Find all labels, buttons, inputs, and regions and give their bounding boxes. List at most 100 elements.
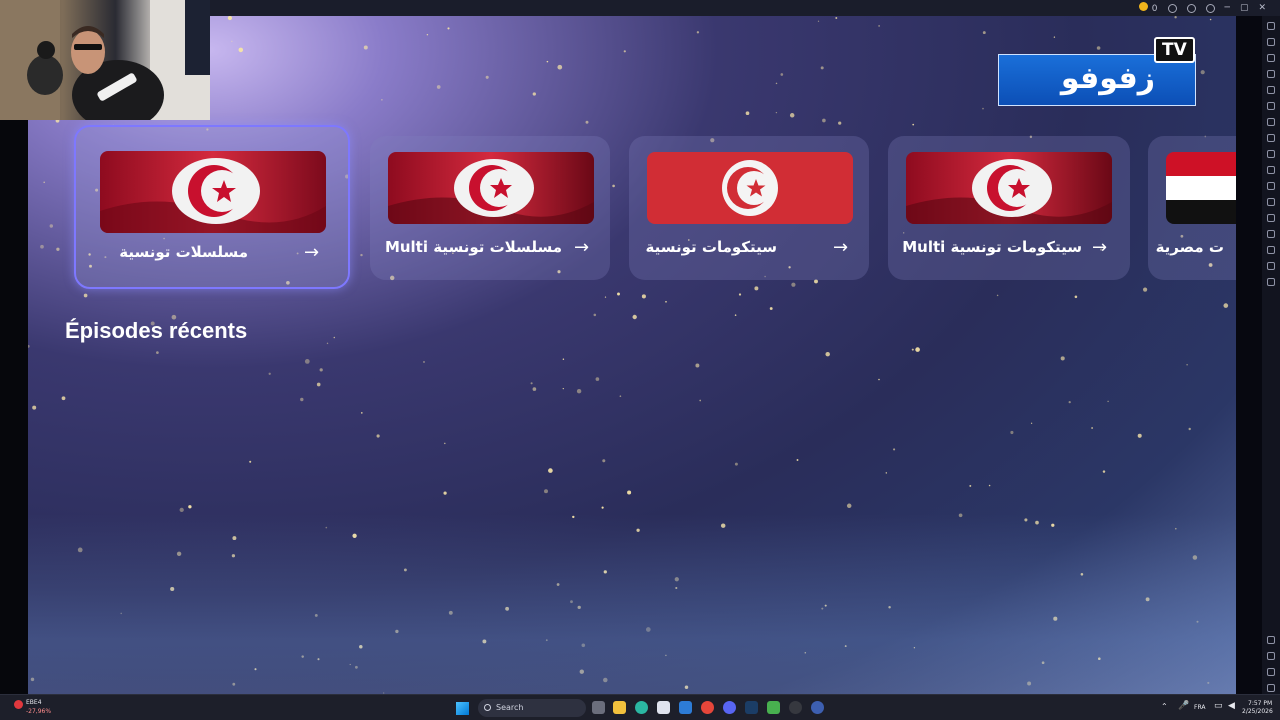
star bbox=[804, 651, 807, 654]
menu-icon[interactable] bbox=[1205, 3, 1215, 13]
edge-icon[interactable] bbox=[635, 701, 648, 714]
star bbox=[720, 523, 726, 528]
tunisia-flag-icon bbox=[906, 152, 1112, 224]
app-icon[interactable] bbox=[811, 701, 824, 714]
tool-icon[interactable] bbox=[1267, 166, 1275, 174]
star bbox=[304, 359, 310, 364]
star bbox=[381, 98, 383, 101]
category-card[interactable]: سيتكومات تونسية → bbox=[629, 136, 869, 280]
star bbox=[1060, 356, 1065, 361]
star bbox=[911, 348, 914, 351]
star bbox=[585, 120, 589, 124]
star bbox=[28, 344, 30, 348]
tool-icon[interactable] bbox=[1267, 86, 1275, 94]
steam-icon[interactable] bbox=[745, 701, 758, 714]
volume-icon[interactable]: ◀ bbox=[1228, 702, 1235, 711]
tool-icon[interactable] bbox=[1267, 134, 1275, 142]
star bbox=[1209, 18, 1212, 21]
tool-icon[interactable] bbox=[1267, 230, 1275, 238]
tool-icon[interactable] bbox=[1267, 182, 1275, 190]
star bbox=[791, 282, 796, 287]
tool-icon[interactable] bbox=[1267, 278, 1275, 286]
chrome-icon[interactable] bbox=[701, 701, 714, 714]
minimize-icon[interactable]: ─ bbox=[1225, 3, 1230, 13]
star bbox=[601, 506, 604, 509]
star bbox=[448, 610, 453, 615]
star bbox=[825, 351, 830, 357]
tool-icon[interactable] bbox=[1267, 214, 1275, 222]
category-card[interactable]: سيتكومات تونسية Multi → bbox=[888, 136, 1130, 280]
star bbox=[314, 613, 318, 617]
maximize-icon[interactable]: ▢ bbox=[1240, 3, 1249, 13]
star bbox=[562, 358, 565, 361]
discord-icon[interactable] bbox=[723, 701, 736, 714]
right-black-border bbox=[1236, 16, 1262, 694]
back-icon[interactable] bbox=[1267, 652, 1275, 660]
network-icon[interactable]: ▭ bbox=[1214, 702, 1223, 711]
star bbox=[780, 73, 784, 76]
tool-icon[interactable] bbox=[1267, 262, 1275, 270]
home-icon[interactable] bbox=[1267, 668, 1275, 676]
tunisia-flag-icon bbox=[100, 151, 326, 233]
star bbox=[61, 396, 66, 401]
tool-icon[interactable] bbox=[1267, 150, 1275, 158]
star bbox=[1098, 657, 1101, 660]
tool-icon[interactable] bbox=[1267, 118, 1275, 126]
help-icon[interactable] bbox=[1186, 3, 1196, 13]
star bbox=[301, 655, 304, 658]
emulator-icon[interactable] bbox=[767, 701, 780, 714]
store-icon[interactable] bbox=[657, 701, 670, 714]
star bbox=[1091, 427, 1093, 429]
webcam-overlay bbox=[0, 0, 210, 120]
star bbox=[988, 484, 991, 487]
tool-icon[interactable] bbox=[1267, 102, 1275, 110]
file-explorer-icon[interactable] bbox=[613, 701, 626, 714]
star bbox=[1074, 295, 1078, 299]
star bbox=[619, 395, 622, 398]
stock-widget-icon[interactable] bbox=[14, 700, 23, 709]
tool-icon[interactable] bbox=[1267, 246, 1275, 254]
clock-time[interactable]: 7:57 PM bbox=[1248, 700, 1272, 708]
star bbox=[1175, 527, 1177, 530]
search-icon bbox=[484, 704, 491, 711]
tray-chevron-icon[interactable]: ⌃ bbox=[1161, 703, 1168, 711]
star bbox=[822, 118, 826, 123]
star bbox=[817, 20, 820, 22]
star bbox=[179, 507, 184, 513]
mail-icon[interactable] bbox=[679, 701, 692, 714]
fullscreen-icon[interactable] bbox=[1267, 22, 1275, 30]
tool-icon[interactable] bbox=[1267, 54, 1275, 62]
egypt-flag-icon bbox=[1166, 152, 1236, 224]
star bbox=[376, 434, 380, 438]
star bbox=[300, 397, 304, 402]
account-icon[interactable] bbox=[1167, 3, 1177, 13]
task-view-icon[interactable] bbox=[592, 701, 605, 714]
star bbox=[982, 107, 984, 110]
star bbox=[696, 31, 700, 34]
star bbox=[665, 300, 667, 303]
star bbox=[360, 253, 363, 257]
clock-date[interactable]: 2/25/2026 bbox=[1242, 708, 1273, 716]
settings-icon[interactable] bbox=[1267, 636, 1275, 644]
language-indicator[interactable]: FRA bbox=[1194, 704, 1205, 712]
taskbar-search-box[interactable]: Search bbox=[478, 699, 586, 717]
close-icon[interactable]: ✕ bbox=[1258, 3, 1266, 13]
star bbox=[888, 606, 891, 609]
obs-icon[interactable] bbox=[789, 701, 802, 714]
tool-icon[interactable] bbox=[1267, 38, 1275, 46]
microphone-icon[interactable]: 🎤 bbox=[1178, 702, 1189, 711]
category-card[interactable]: مسلسلات تونسية Multi → bbox=[370, 136, 610, 280]
tool-icon[interactable] bbox=[1267, 198, 1275, 206]
recents-icon[interactable] bbox=[1267, 684, 1275, 692]
star bbox=[403, 568, 407, 572]
start-button[interactable] bbox=[456, 702, 469, 715]
coin-counter[interactable]: 0 bbox=[1138, 2, 1158, 14]
star bbox=[319, 368, 323, 372]
star bbox=[326, 342, 329, 345]
star bbox=[1192, 555, 1198, 560]
star bbox=[675, 586, 678, 590]
star bbox=[1068, 400, 1071, 404]
tool-icon[interactable] bbox=[1267, 70, 1275, 78]
category-card[interactable]: ت مصرية bbox=[1148, 136, 1236, 280]
category-card[interactable]: مسلسلات تونسية → bbox=[74, 125, 350, 289]
